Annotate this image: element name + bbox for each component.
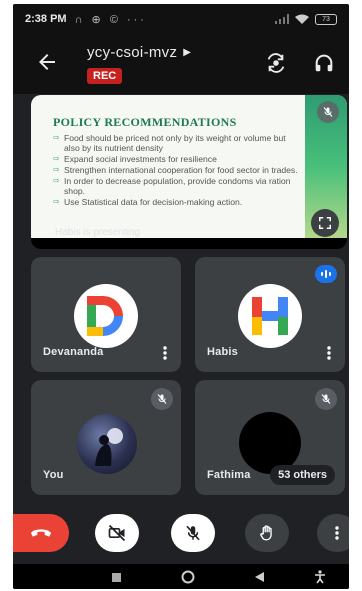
battery-icon: 73 bbox=[315, 13, 337, 25]
speaking-indicator bbox=[315, 265, 337, 283]
back-arrow-icon[interactable] bbox=[35, 50, 59, 74]
avatar-you bbox=[77, 414, 137, 474]
accessibility-button[interactable] bbox=[313, 570, 327, 584]
recording-badge: REC bbox=[87, 68, 123, 84]
mic-off-icon bbox=[321, 394, 331, 404]
meeting-code-text: ycy-csoi-mvz bbox=[87, 44, 178, 61]
muted-badge bbox=[151, 388, 173, 410]
participant-tile-habis[interactable]: Habis bbox=[195, 257, 345, 372]
more-vertical-icon bbox=[335, 526, 339, 540]
back-button[interactable] bbox=[253, 570, 267, 584]
end-call-button[interactable] bbox=[13, 514, 69, 552]
more-options-button[interactable] bbox=[317, 514, 349, 552]
status-time: 2:38 PM bbox=[25, 13, 67, 25]
more-options-icon[interactable] bbox=[327, 346, 331, 360]
notification-icons: ∩ ⊕ © ··· bbox=[74, 13, 147, 26]
headphones-icon[interactable] bbox=[313, 52, 335, 74]
system-nav-bar bbox=[13, 564, 349, 589]
phone-screen: 2:38 PM ∩ ⊕ © ··· 73 ycy-csoi-mvz ▶ REC bbox=[13, 4, 349, 589]
participant-name: Habis bbox=[207, 346, 238, 358]
meeting-code[interactable]: ycy-csoi-mvz ▶ bbox=[87, 44, 191, 61]
participant-name: Devananda bbox=[43, 346, 104, 358]
participant-tile-fathima[interactable]: Fathima 53 others bbox=[195, 380, 345, 495]
status-right: 73 bbox=[275, 13, 337, 25]
google-letter-d-icon bbox=[87, 296, 123, 336]
muted-badge bbox=[315, 388, 337, 410]
call-controls bbox=[13, 510, 349, 560]
back-triangle-icon bbox=[255, 572, 264, 582]
slide-title: POLICY RECOMMENDATIONS bbox=[53, 115, 237, 129]
slide-bullet: Use Statistical data for decision-making… bbox=[53, 197, 301, 207]
slide-bullet: Expand social investments for resilience bbox=[53, 154, 301, 164]
camera-off-button[interactable] bbox=[95, 514, 139, 552]
raise-hand-icon bbox=[260, 525, 272, 541]
signal-icon bbox=[275, 14, 289, 24]
participant-tile-you[interactable]: You bbox=[31, 380, 181, 495]
wifi-icon bbox=[295, 14, 309, 24]
camera-off-icon bbox=[108, 524, 126, 542]
mic-off-icon bbox=[186, 525, 200, 541]
phone-hangup-icon bbox=[30, 529, 52, 537]
participant-tile-devananda[interactable]: Devananda bbox=[31, 257, 181, 372]
profile-photo bbox=[95, 428, 123, 466]
slide-bullets: Food should be priced not only by its we… bbox=[53, 133, 301, 208]
mic-off-icon bbox=[157, 394, 167, 404]
google-letter-h-icon bbox=[252, 297, 288, 335]
participant-name: Fathima bbox=[207, 469, 251, 481]
fullscreen-button[interactable] bbox=[311, 209, 339, 237]
recents-button[interactable] bbox=[109, 570, 123, 584]
avatar-habis bbox=[238, 284, 302, 348]
slide-bullet: Food should be priced not only by its we… bbox=[53, 133, 301, 153]
raise-hand-button[interactable] bbox=[245, 514, 289, 552]
fullscreen-icon bbox=[319, 217, 331, 229]
participant-name: You bbox=[43, 469, 64, 481]
home-button[interactable] bbox=[181, 570, 195, 584]
more-options-icon[interactable] bbox=[163, 346, 167, 360]
meeting-header: ycy-csoi-mvz ▶ REC bbox=[13, 34, 349, 94]
home-icon bbox=[181, 570, 195, 584]
presenter-label: Habis is presenting bbox=[55, 227, 141, 238]
recents-icon bbox=[111, 572, 121, 582]
muted-badge bbox=[317, 101, 339, 123]
status-bar: 2:38 PM ∩ ⊕ © ··· 73 bbox=[13, 4, 349, 34]
accessibility-icon bbox=[315, 570, 325, 584]
others-count[interactable]: 53 others bbox=[270, 465, 335, 485]
avatar-devananda bbox=[74, 284, 138, 348]
mic-off-button[interactable] bbox=[171, 514, 215, 552]
slide-bullet: In order to decrease population, provide… bbox=[53, 176, 301, 196]
shared-slide: POLICY RECOMMENDATIONS Food should be pr… bbox=[31, 95, 347, 238]
switch-camera-icon[interactable] bbox=[265, 52, 287, 74]
slide-bullet: Strengthen international cooperation for… bbox=[53, 165, 301, 175]
presentation-tile[interactable]: POLICY RECOMMENDATIONS Food should be pr… bbox=[31, 95, 347, 249]
mic-off-icon bbox=[323, 107, 333, 117]
chevron-right-icon: ▶ bbox=[183, 47, 192, 58]
